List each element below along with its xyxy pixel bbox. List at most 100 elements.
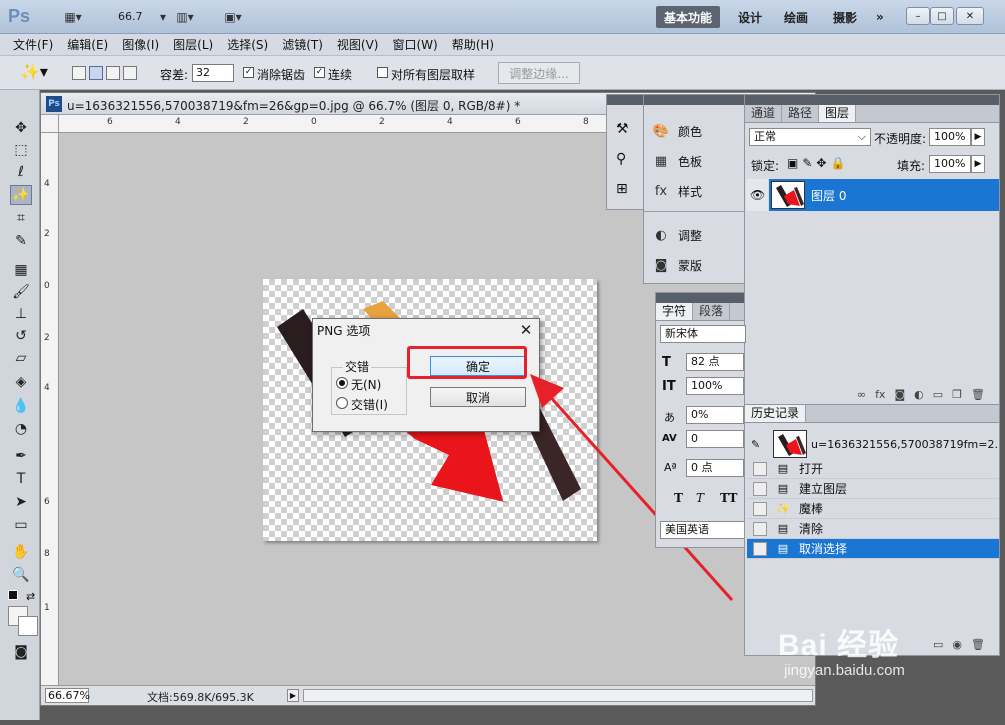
quick-mask-icon[interactable]: ◙ (10, 642, 32, 662)
clone-stamp-tool-icon[interactable]: ⊥ (10, 304, 32, 324)
tab-history[interactable]: 历史记录 (745, 405, 807, 422)
language-field[interactable]: 美国英语 (660, 521, 746, 539)
launch-bridge-icon[interactable]: ▦▾ (60, 6, 86, 28)
new-layer-icon[interactable]: ❐ (952, 388, 962, 401)
history-brush-checkbox[interactable] (753, 481, 767, 496)
adjustment-layer-icon[interactable]: ◐ (914, 388, 924, 401)
workspace-painting-button[interactable]: 绘画 (776, 6, 816, 28)
workspace-design-button[interactable]: 设计 (730, 6, 770, 28)
document-size-info[interactable]: 文档:569.8K/695.3K (147, 689, 254, 705)
tracking-field[interactable]: 0 (686, 430, 744, 448)
opacity-input[interactable]: 100% (929, 128, 971, 146)
swap-colors-icon[interactable]: ⇄ (26, 590, 35, 603)
menu-file[interactable]: 文件(F) (6, 36, 60, 53)
tab-paragraph[interactable]: 段落 (693, 303, 731, 320)
history-item[interactable]: ▤ 清除 (747, 519, 999, 539)
close-button[interactable]: ✕ (956, 7, 984, 25)
vertical-ruler[interactable]: 4 2 0 2 4 6 8 1 (41, 133, 59, 685)
menu-view[interactable]: 视图(V) (330, 36, 386, 53)
paint-bucket-tool-icon[interactable]: ◈ (10, 372, 32, 392)
panel-swatches[interactable]: ▦ 色板 (652, 153, 702, 170)
history-brush-checkbox[interactable] (753, 461, 767, 476)
workspace-photography-button[interactable]: 摄影 (825, 6, 865, 28)
history-brush-checkbox[interactable] (753, 541, 767, 556)
intersect-selection-icon[interactable] (123, 66, 137, 80)
menu-select[interactable]: 选择(S) (220, 36, 275, 53)
font-size-field[interactable]: 82 点 (686, 353, 744, 371)
layer-row[interactable]: 图层 0 (769, 179, 999, 211)
type-tool-icon[interactable]: T (10, 469, 32, 489)
crop-tool-icon[interactable]: ⌗ (10, 208, 32, 228)
minimize-button[interactable]: – (906, 7, 930, 25)
menu-help[interactable]: 帮助(H) (445, 36, 501, 53)
lasso-tool-icon[interactable]: ℓ (10, 162, 32, 182)
delete-layer-icon[interactable]: 🗑 (971, 388, 985, 401)
menu-image[interactable]: 图像(I) (115, 36, 166, 53)
maximize-button[interactable]: □ (930, 7, 954, 25)
new-document-from-state-icon[interactable]: ▭ (933, 638, 943, 651)
horizontal-scrollbar[interactable] (303, 689, 813, 702)
fill-slider-arrow-icon[interactable]: ▶ (971, 155, 985, 173)
screen-mode-icon[interactable]: ▣▾ (220, 6, 246, 28)
spot-healing-tool-icon[interactable]: ▦ (10, 260, 32, 280)
blend-mode-select[interactable]: 正常 ⌵ (749, 128, 871, 146)
eyedropper-tool-icon[interactable]: ✎ (10, 231, 32, 251)
arrange-documents-icon[interactable]: ▥▾ (172, 6, 198, 28)
eraser-tool-icon[interactable]: ▱ (10, 348, 32, 368)
tab-layers[interactable]: 图层 (819, 105, 857, 122)
add-to-selection-icon[interactable] (89, 66, 103, 80)
all-caps-button[interactable]: TT (720, 491, 737, 505)
tool-presets-icon[interactable]: ⚲ (616, 151, 626, 167)
faux-bold-button[interactable]: T (674, 491, 683, 505)
pen-tool-icon[interactable]: ✒ (10, 446, 32, 466)
zoom-tool-icon[interactable]: 🔍 (10, 565, 32, 585)
background-color-swatch[interactable] (18, 616, 38, 636)
new-group-icon[interactable]: ▭ (933, 388, 943, 401)
magic-wand-tool-icon[interactable]: ✨ (10, 185, 32, 205)
history-item[interactable]: ▤ 建立图层 (747, 479, 999, 499)
contiguous-checkbox[interactable]: ✓ (314, 67, 325, 78)
panel-header-bar[interactable] (607, 95, 643, 105)
refine-edge-button[interactable]: 调整边缘... (498, 62, 580, 84)
history-brush-source-icon[interactable]: ✎ (751, 438, 769, 451)
status-menu-arrow-icon[interactable]: ▶ (287, 689, 299, 702)
interlace-none-label[interactable]: 无(N) (351, 376, 381, 393)
tab-paths[interactable]: 路径 (782, 105, 820, 122)
close-icon[interactable]: ✕ (517, 321, 535, 339)
layer-name[interactable]: 图层 0 (811, 187, 846, 204)
vertical-scale-field[interactable]: 100% (686, 377, 744, 395)
move-tool-icon[interactable]: ✥ (10, 118, 32, 138)
new-selection-icon[interactable] (72, 66, 86, 80)
history-item[interactable]: ✨ 魔棒 (747, 499, 999, 519)
history-brush-tool-icon[interactable]: ↺ (10, 326, 32, 346)
subtract-selection-icon[interactable] (106, 66, 120, 80)
marquee-tool-icon[interactable]: ⬚ (10, 140, 32, 160)
path-selection-tool-icon[interactable]: ➤ (10, 492, 32, 512)
add-mask-icon[interactable]: ◙ (894, 388, 905, 401)
panel-color[interactable]: 🎨 颜色 (652, 123, 702, 140)
workspace-essentials-button[interactable]: 基本功能 (656, 6, 721, 28)
menu-edit[interactable]: 编辑(E) (60, 36, 115, 53)
tolerance-input[interactable]: 32 (192, 64, 234, 82)
ruler-origin[interactable] (41, 115, 59, 133)
faux-italic-button[interactable]: T (696, 491, 704, 505)
history-brush-checkbox[interactable] (753, 501, 767, 516)
workspace-more-button[interactable]: » (868, 6, 892, 28)
panel-masks[interactable]: ◙ 蒙版 (652, 257, 702, 274)
baseline-shift-field[interactable]: 0 点 (686, 459, 744, 477)
history-item-selected[interactable]: ▤ 取消选择 (747, 539, 999, 559)
lock-options-icons[interactable]: ▣✎✥🔒 (787, 156, 849, 170)
link-layers-icon[interactable]: ∞ (857, 388, 866, 401)
panel-header-bar[interactable] (644, 95, 744, 105)
brush-tool-icon[interactable]: 🖌 (10, 282, 32, 302)
rectangle-tool-icon[interactable]: ▭ (10, 515, 32, 535)
opacity-slider-arrow-icon[interactable]: ▶ (971, 128, 985, 146)
panel-header-bar[interactable] (656, 293, 744, 303)
layer-visibility-toggle[interactable]: 👁 (746, 179, 768, 211)
fill-input[interactable]: 100% (929, 155, 971, 173)
delete-state-icon[interactable]: 🗑 (971, 638, 985, 651)
tab-channels[interactable]: 通道 (745, 105, 783, 122)
interlace-on-radio[interactable] (336, 397, 348, 409)
new-snapshot-icon[interactable]: ◉ (952, 638, 962, 651)
zoom-level-readout[interactable]: 66.7 (118, 10, 143, 23)
